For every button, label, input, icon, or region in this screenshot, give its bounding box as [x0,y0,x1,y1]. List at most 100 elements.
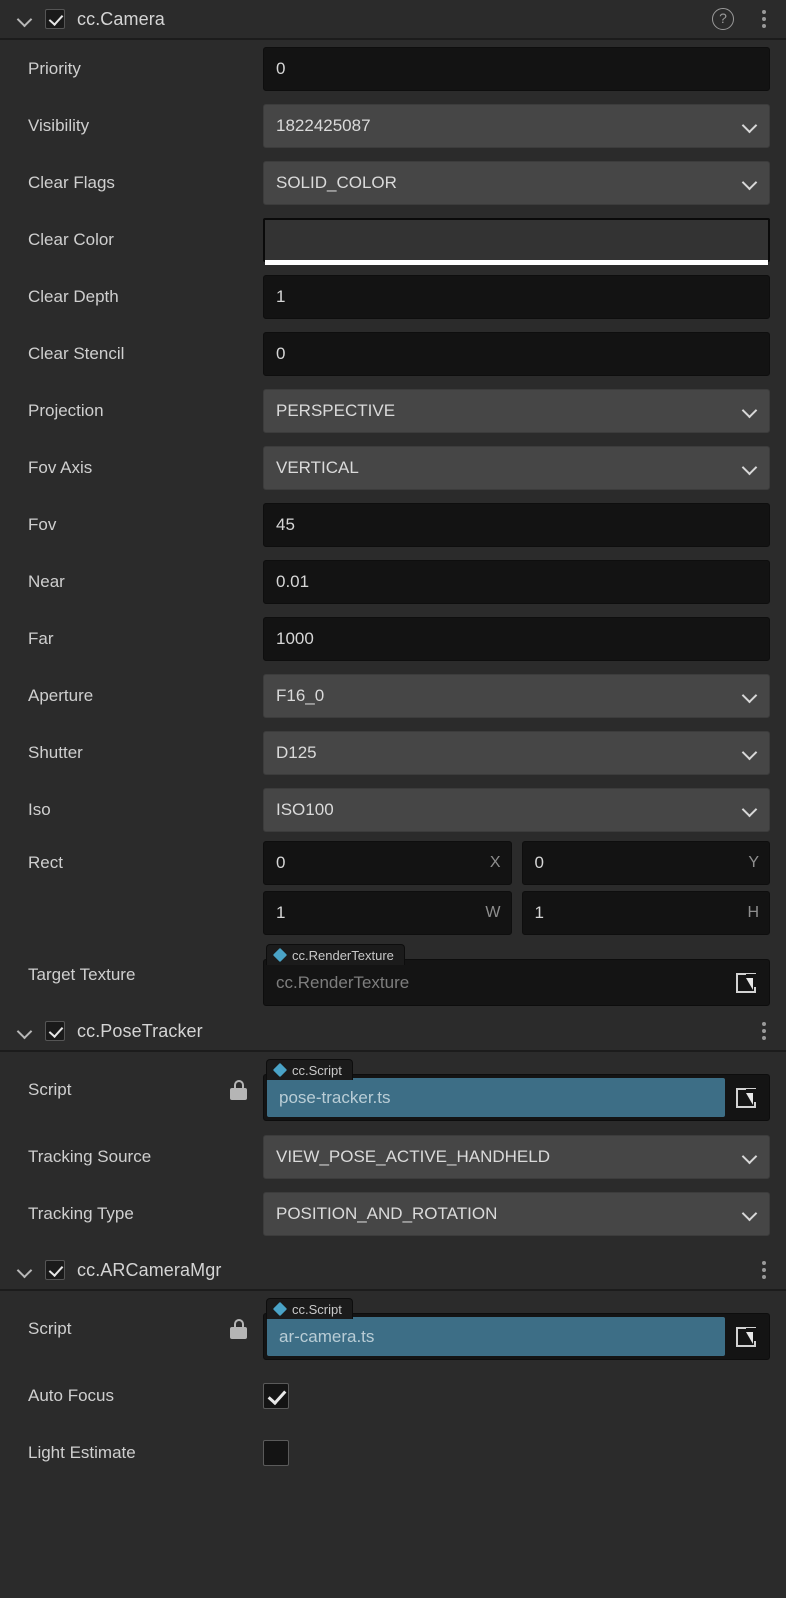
property-control: 0.01 [263,559,770,604]
chevron-down-icon [743,119,757,133]
property-label: Target Texture [28,965,136,984]
asset-drop-box[interactable]: cc.RenderTexture [263,959,770,1006]
rect-h-input[interactable]: 1 H [521,891,770,935]
axis-label-w: W [485,904,501,921]
axis-label-x: X [489,854,501,871]
shutter-dropdown[interactable]: D125 [263,730,770,775]
clear-depth-input[interactable]: 1 [263,274,770,319]
lock-icon [230,1319,247,1339]
visibility-dropdown[interactable]: 1822425087 [263,103,770,148]
script-label: Script [28,1080,72,1099]
dropdown-value: PERSPECTIVE [276,400,396,420]
component-header-actions [756,1259,772,1281]
property-control: cc.RenderTexture cc.RenderTexture [263,944,770,1006]
chevron-down-icon [743,803,757,817]
script-asset-field-ar-camera-mgr: cc.Script ar-camera.ts [263,1298,770,1360]
property-row-rect-wh: 1 W 1 H [0,888,786,938]
auto-focus-checkbox[interactable] [263,1382,289,1409]
property-row-light-estimate: Light Estimate [0,1424,786,1481]
component-title-pose-tracker: cc.PoseTracker [77,1020,203,1041]
lock-icon [230,1080,247,1100]
fov-axis-dropdown[interactable]: VERTICAL [263,445,770,490]
near-input[interactable]: 0.01 [263,559,770,604]
light-estimate-checkbox[interactable] [263,1439,289,1466]
rect-x-value: 0 [276,853,286,872]
property-row-aperture: Aperture F16_0 [0,667,786,724]
clear-color-swatch[interactable] [263,217,770,265]
component-header-camera[interactable]: cc.Camera ? [0,0,786,40]
property-label: Aperture [28,685,94,705]
select-asset-icon[interactable] [725,1075,769,1120]
property-control: cc.Script ar-camera.ts [263,1298,770,1360]
target-texture-value[interactable]: cc.RenderTexture [264,960,725,1005]
property-control: D125 [263,730,770,775]
component-enabled-checkbox-camera[interactable] [45,9,65,29]
select-asset-icon[interactable] [725,960,769,1005]
property-row-tracking-type: Tracking Type POSITION_AND_ROTATION [0,1185,786,1242]
property-control: 1000 [263,616,770,661]
fov-input[interactable]: 45 [263,502,770,547]
question-circle-icon[interactable]: ? [712,8,734,30]
script-value-pose-tracker[interactable]: pose-tracker.ts [267,1078,725,1117]
projection-dropdown[interactable]: PERSPECTIVE [263,388,770,433]
property-control: 0 X 0 Y [263,841,770,885]
rect-w-input[interactable]: 1 W [263,891,512,935]
property-control: 1822425087 [263,103,770,148]
far-input[interactable]: 1000 [263,616,770,661]
asset-type-label: cc.RenderTexture [292,947,394,963]
rect-x-input[interactable]: 0 X [263,841,512,885]
chevron-down-icon [743,404,757,418]
rect-y-input[interactable]: 0 Y [521,841,770,885]
clear-flags-dropdown[interactable]: SOLID_COLOR [263,160,770,205]
component-header-pose-tracker[interactable]: cc.PoseTracker [0,1012,786,1052]
kebab-menu-icon[interactable] [756,8,772,30]
property-control: 45 [263,502,770,547]
property-label: Fov [28,514,57,534]
iso-dropdown[interactable]: ISO100 [263,787,770,832]
property-row-projection: Projection PERSPECTIVE [0,382,786,439]
select-asset-glyph [735,971,760,995]
dropdown-value: F16_0 [276,685,325,705]
property-control: 1 [263,274,770,319]
rect-w-value: 1 [276,903,286,922]
property-control: 0 [263,331,770,376]
expand-chevron-icon[interactable] [16,1261,34,1279]
property-label: Tracking Type [28,1203,134,1223]
property-row-clear-color: Clear Color [0,211,786,268]
tracking-type-dropdown[interactable]: POSITION_AND_ROTATION [263,1191,770,1236]
property-control [263,1382,770,1409]
component-title-camera: cc.Camera [77,8,165,29]
clear-stencil-input[interactable]: 0 [263,331,770,376]
asset-drop-box[interactable]: pose-tracker.ts [263,1074,770,1121]
property-label: Clear Depth [28,286,119,306]
expand-chevron-icon[interactable] [16,10,34,28]
property-label: Priority [28,58,81,78]
component-header-ar-camera-mgr[interactable]: cc.ARCameraMgr [0,1251,786,1291]
kebab-menu-icon[interactable] [756,1020,772,1042]
property-control: cc.Script pose-tracker.ts [263,1059,770,1121]
property-label: Auto Focus [28,1385,114,1405]
property-label: Rect [28,853,63,872]
tracking-source-dropdown[interactable]: VIEW_POSE_ACTIVE_HANDHELD [263,1134,770,1179]
property-control: 0 [263,46,770,91]
property-row-visibility: Visibility 1822425087 [0,97,786,154]
dropdown-value: 1822425087 [276,115,371,135]
asset-diamond-icon [272,1301,288,1317]
expand-chevron-icon[interactable] [16,1022,34,1040]
kebab-menu-icon[interactable] [756,1259,772,1281]
component-enabled-checkbox-ar-camera-mgr[interactable] [45,1260,65,1280]
property-label: Fov Axis [28,457,93,477]
select-asset-icon[interactable] [725,1314,769,1359]
component-enabled-checkbox-pose-tracker[interactable] [45,1021,65,1041]
alpha-bar [265,259,768,265]
aperture-dropdown[interactable]: F16_0 [263,673,770,718]
script-value-ar-camera-mgr[interactable]: ar-camera.ts [267,1317,725,1356]
asset-type-badge: cc.RenderTexture [266,944,405,965]
priority-input[interactable]: 0 [263,46,770,91]
asset-drop-box[interactable]: ar-camera.ts [263,1313,770,1360]
script-label: Script [28,1319,72,1338]
chevron-down-icon [743,1150,757,1164]
property-control: 1 W 1 H [263,891,770,935]
dropdown-value: D125 [276,742,317,762]
property-control: F16_0 [263,673,770,718]
